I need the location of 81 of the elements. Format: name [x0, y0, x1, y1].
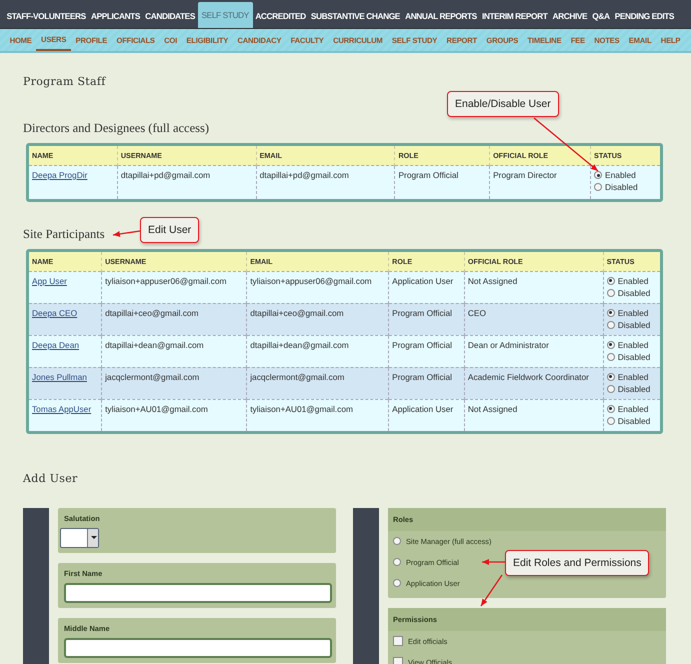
radio-button[interactable] [606, 384, 615, 392]
table-cell: tyliaison+appuser06@gmail.com [250, 276, 372, 286]
callout-label: Enable/Disable User [447, 91, 559, 117]
table-cell: Application User [392, 404, 454, 414]
page-title: Program Staff [23, 75, 107, 88]
radio-button[interactable] [606, 276, 615, 284]
radio-button[interactable] [393, 537, 401, 545]
table-cell: dtapillai+ceo@gmail.com [105, 308, 199, 318]
radio-button[interactable] [393, 579, 401, 587]
checkbox[interactable] [393, 657, 403, 664]
table-cell: dtapillai+pd@gmail.com [260, 170, 349, 180]
table-cell: tyliaison+AU01@gmail.com [105, 404, 208, 414]
table-cell: dtapillai+ceo@gmail.com [250, 308, 344, 318]
nav-tab[interactable]: ACCREDITED [252, 3, 308, 28]
radio-button[interactable] [606, 416, 615, 424]
radio-label: Enabled [605, 170, 636, 180]
radio-label: Disabled [618, 320, 650, 330]
table-cell: jacqclermont@gmail.com [250, 372, 344, 382]
table-cell: dtapillai+pd@gmail.com [120, 170, 210, 180]
text-input[interactable] [64, 582, 332, 602]
table-cell: Application User [392, 276, 454, 286]
nav-tab[interactable]: APPLICANTS [88, 3, 143, 28]
radio-label: Disabled [618, 352, 650, 362]
table-cell: Program Official [392, 308, 452, 318]
user-name-link[interactable]: Deepa ProgDir [32, 170, 88, 180]
callout-label: Edit Roles and Permissions [505, 550, 650, 576]
section-title: Site Participants [23, 226, 105, 242]
nav-tab[interactable]: SELF STUDY [198, 2, 253, 28]
callout-arrow [112, 230, 140, 237]
radio-button[interactable] [606, 288, 615, 296]
table-cell: Program Official [392, 340, 452, 350]
radio-button[interactable] [606, 340, 615, 348]
nav-tab[interactable]: Q&A [590, 3, 612, 28]
salutation-select[interactable] [60, 528, 99, 548]
radio-button[interactable] [606, 352, 615, 360]
callout-arrow [480, 574, 503, 606]
radio-label: Disabled [618, 384, 650, 394]
table-cell: CEO [468, 308, 486, 318]
radio-label: Enabled [618, 276, 648, 286]
table-cell: Not Assigned [468, 404, 518, 414]
table-cell: Program Director [493, 170, 557, 180]
table-cell: Not Assigned [468, 276, 518, 286]
radio-label: Enabled [618, 340, 648, 350]
text-input[interactable] [64, 638, 332, 658]
callout-label: Edit User [140, 217, 200, 243]
radio-label: Disabled [618, 288, 650, 298]
table-cell: tyliaison+AU01@gmail.com [250, 404, 353, 414]
radio-button[interactable] [594, 183, 602, 191]
radio-label: Disabled [605, 182, 638, 192]
table-cell: dtapillai+dean@gmail.com [250, 340, 349, 350]
user-name-link[interactable]: Deepa CEO [32, 308, 78, 318]
caret-icon [87, 528, 98, 546]
checkbox[interactable] [393, 636, 403, 646]
table-cell: Academic Fieldwork Coordinator [468, 372, 589, 382]
radio-button[interactable] [594, 171, 602, 179]
radio-label: Enabled [618, 308, 648, 318]
section-title: Add User [23, 472, 79, 484]
table-cell: Program Official [392, 372, 452, 382]
table-cell: jacqclermont@gmail.com [105, 372, 200, 382]
nav-tab[interactable]: ANNUAL REPORTS [402, 3, 480, 28]
radio-button[interactable] [606, 404, 615, 412]
nav-tab[interactable]: INTERIM REPORT [479, 3, 550, 28]
nav-tab[interactable]: STAFF-VOLUNTEERS [4, 3, 88, 28]
radio-label: Disabled [618, 416, 650, 426]
radio-label: Enabled [618, 372, 648, 382]
callout-arrow [482, 559, 505, 565]
nav-tab[interactable]: ARCHIVE [550, 3, 590, 28]
nav-tab[interactable]: CANDIDATES [142, 3, 198, 28]
table-cell: tyliaison+appuser06@gmail.com [105, 276, 226, 286]
radio-button[interactable] [606, 308, 615, 316]
radio-button[interactable] [606, 372, 615, 380]
table-cell: Dean or Administrator [468, 340, 549, 350]
nav-tab[interactable]: PENDING EDITS [612, 3, 677, 28]
radio-button[interactable] [393, 558, 401, 566]
nav-tab[interactable]: SUBSTANTIVE CHANGE [308, 3, 402, 28]
table-cell: Program Official [398, 170, 458, 180]
radio-button[interactable] [606, 320, 615, 328]
table-cell: dtapillai+dean@gmail.com [105, 340, 204, 350]
section-title: Directors and Designees (full access) [23, 121, 210, 136]
radio-label: Enabled [618, 404, 648, 414]
user-name-link[interactable]: App User [32, 276, 67, 286]
